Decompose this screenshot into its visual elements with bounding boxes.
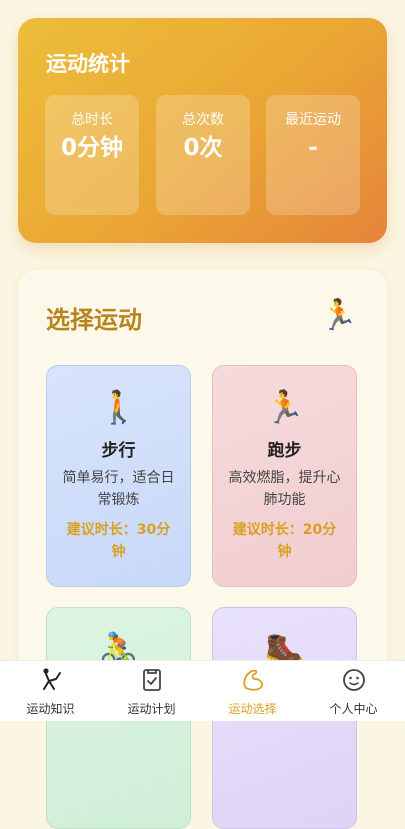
stats-card: 运动统计 总时长 0分钟 总次数 0次 最近运动 - xyxy=(18,18,387,243)
plan-icon xyxy=(142,669,161,691)
tab-label: 运动知识 xyxy=(26,702,75,716)
run-icon: 🏃 xyxy=(264,388,305,426)
stat-total-duration: 总时长 0分钟 xyxy=(45,95,139,215)
walk-icon: 🚶 xyxy=(98,388,139,426)
sport-select-card: 选择运动 🏃 🚶 步行 简单易行，适合日常锻炼 建议时长：30分钟 🏃 跑步 高… xyxy=(18,270,387,829)
stat-label: 总时长 xyxy=(71,112,113,128)
sport-name: 跑步 xyxy=(267,441,302,461)
stat-label: 总次数 xyxy=(182,112,224,128)
tab-select[interactable]: 运动选择 xyxy=(202,661,303,721)
sport-suggest: 建议时长：20分钟 xyxy=(232,522,337,560)
stat-label: 最近运动 xyxy=(285,112,341,128)
exercise-icon xyxy=(42,668,61,690)
sport-desc: 简单易行，适合日常锻炼 xyxy=(62,470,175,508)
runner-icon: 🏃 xyxy=(320,298,358,333)
stat-recent: 最近运动 - xyxy=(266,95,360,215)
profile-icon xyxy=(342,669,365,691)
select-title: 选择运动 xyxy=(46,306,142,334)
sport-card-run[interactable]: 🏃 跑步 高效燃脂，提升心肺功能 建议时长：20分钟 xyxy=(212,365,357,587)
stats-title: 运动统计 xyxy=(46,52,130,76)
stat-value: 0分钟 xyxy=(60,135,123,161)
stat-total-count: 总次数 0次 xyxy=(156,95,250,215)
tab-label: 个人中心 xyxy=(329,702,378,716)
stat-value: - xyxy=(308,135,318,161)
tab-profile[interactable]: 个人中心 xyxy=(303,661,404,721)
sport-suggest: 建议时长：30分钟 xyxy=(66,522,171,560)
tab-label: 运动选择 xyxy=(228,702,277,716)
sport-desc: 高效燃脂，提升心肺功能 xyxy=(228,470,341,508)
tab-bar: 运动知识 运动计划 运动选择 个人中心 xyxy=(0,660,405,721)
tab-label: 运动计划 xyxy=(127,702,176,716)
tab-knowledge[interactable]: 运动知识 xyxy=(0,661,101,721)
sport-card-walk[interactable]: 🚶 步行 简单易行，适合日常锻炼 建议时长：30分钟 xyxy=(46,365,191,587)
sport-name: 步行 xyxy=(101,441,136,461)
tab-plan[interactable]: 运动计划 xyxy=(101,661,202,721)
stat-value: 0次 xyxy=(183,135,223,161)
muscle-icon xyxy=(242,669,263,691)
